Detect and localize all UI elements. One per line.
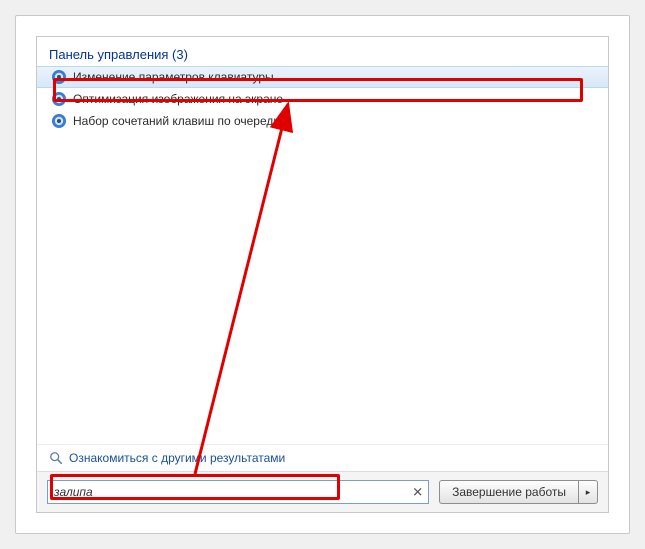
magnifier-icon — [49, 451, 63, 465]
shutdown-dropdown-arrow[interactable]: ▸ — [578, 480, 598, 504]
start-menu-panel: Панель управления (3) Изменение параметр… — [36, 36, 609, 513]
category-header: Панель управления (3) — [37, 45, 608, 66]
result-item-screen-optimize[interactable]: Оптимизация изображения на экране — [37, 88, 608, 110]
shutdown-button[interactable]: Завершение работы — [439, 480, 578, 504]
ease-of-access-icon — [51, 69, 67, 85]
ease-of-access-icon — [51, 113, 67, 129]
search-input[interactable] — [47, 480, 429, 504]
result-item-keyboard-params[interactable]: Изменение параметров клавиатуры — [37, 66, 608, 88]
shutdown-split-button: Завершение работы ▸ — [439, 480, 598, 504]
search-results-area: Панель управления (3) Изменение параметр… — [37, 37, 608, 444]
clear-search-icon[interactable]: ✕ — [412, 486, 423, 499]
search-input-wrapper: ✕ — [47, 480, 429, 504]
result-label: Оптимизация изображения на экране — [73, 92, 283, 106]
bottom-bar: ✕ Завершение работы ▸ — [37, 471, 608, 512]
result-label: Изменение параметров клавиатуры — [73, 70, 274, 84]
result-label: Набор сочетаний клавиш по очереди — [73, 114, 280, 128]
see-more-link[interactable]: Ознакомиться с другими результатами — [69, 451, 285, 465]
ease-of-access-icon — [51, 91, 67, 107]
result-item-sticky-keys[interactable]: Набор сочетаний клавиш по очереди — [37, 110, 608, 132]
see-more-row: Ознакомиться с другими результатами — [37, 444, 608, 471]
window-outer-frame: Панель управления (3) Изменение параметр… — [15, 15, 630, 534]
